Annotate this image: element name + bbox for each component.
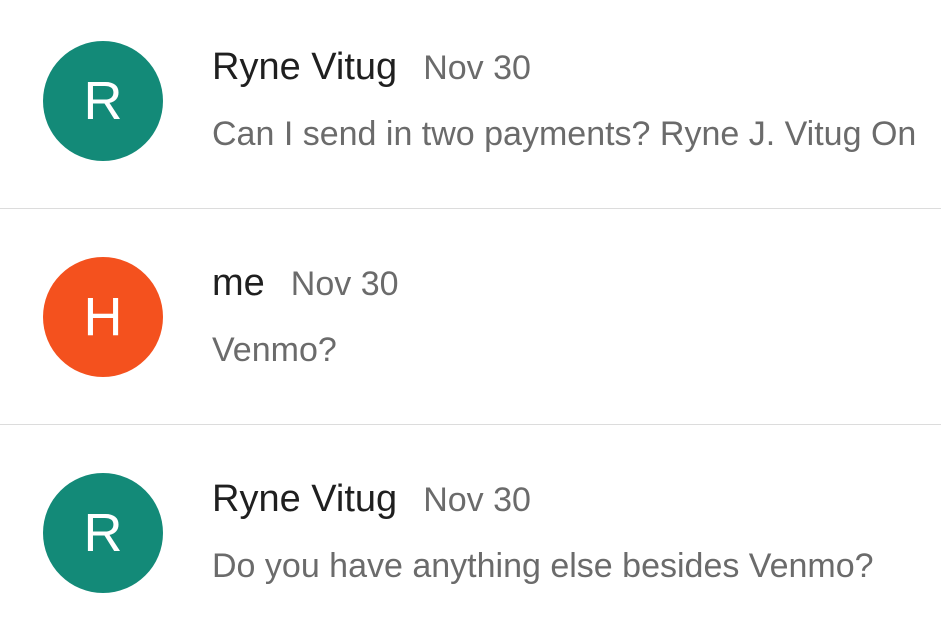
sender-name: Ryne Vitug xyxy=(212,46,398,88)
message-header: Ryne Vitug Nov 30 xyxy=(212,478,531,521)
message-item[interactable]: R Ryne Vitug Nov 30 Can I send in two pa… xyxy=(0,0,941,208)
message-header: me Nov 30 xyxy=(212,262,399,305)
message-date: Nov 30 xyxy=(423,481,531,519)
avatar[interactable]: R xyxy=(43,473,163,593)
message-item[interactable]: H me Nov 30 Venmo? xyxy=(0,210,941,418)
message-item[interactable]: R Ryne Vitug Nov 30 Do you have anything… xyxy=(0,426,941,634)
avatar[interactable]: R xyxy=(43,41,163,161)
message-snippet: Can I send in two payments? Ryne J. Vitu… xyxy=(212,115,917,153)
message-snippet: Venmo? xyxy=(212,331,337,369)
message-date: Nov 30 xyxy=(423,49,531,87)
divider xyxy=(0,424,941,425)
sender-name: Ryne Vitug xyxy=(212,478,398,520)
message-header: Ryne Vitug Nov 30 xyxy=(212,46,531,89)
message-date: Nov 30 xyxy=(290,265,399,303)
message-snippet: Do you have anything else besides Venmo? xyxy=(212,547,874,585)
sender-name: me xyxy=(212,262,265,304)
divider xyxy=(0,208,941,209)
avatar[interactable]: H xyxy=(43,257,163,377)
message-thread: R Ryne Vitug Nov 30 Can I send in two pa… xyxy=(0,0,941,623)
